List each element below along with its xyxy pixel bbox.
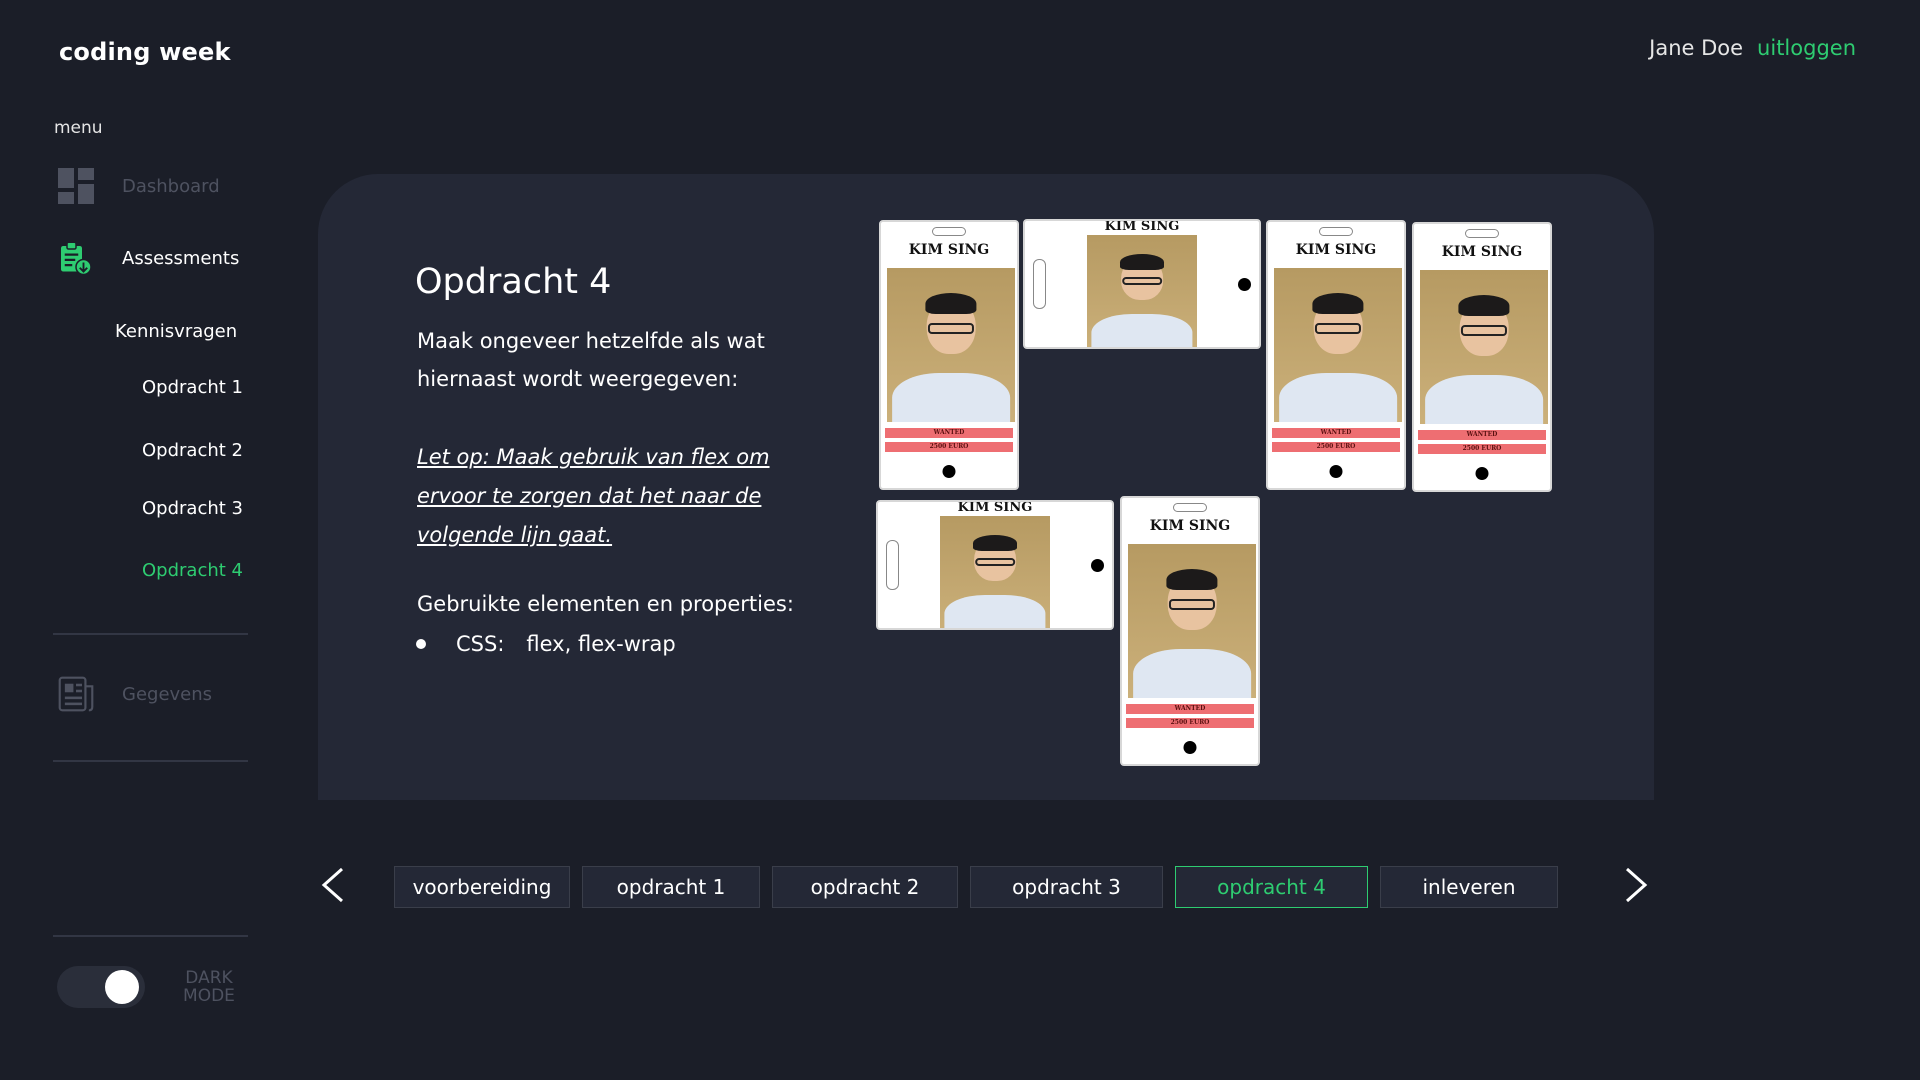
step-tabs: voorbereiding opdracht 1 opdracht 2 opdr… (394, 866, 1558, 908)
badge-strip: 2500 EURO (1272, 442, 1400, 452)
badge-strip: 2500 EURO (885, 442, 1013, 452)
app-title: coding week (59, 38, 231, 66)
badge-name: KIM SING (908, 242, 990, 258)
example-badge-horizontal: KIM SING (1023, 219, 1261, 349)
chevron-right-icon (1626, 867, 1648, 903)
chevron-left-icon (321, 867, 343, 903)
used-elements-heading: Gebruikte elementen en properties: (417, 592, 794, 616)
badge-photo (887, 268, 1015, 422)
badge-strip: 2500 EURO (1418, 444, 1546, 454)
sidebar-subitem-opdracht-2[interactable]: Opdracht 2 (142, 440, 243, 461)
tab-opdracht-3[interactable]: opdracht 3 (970, 866, 1163, 908)
badge-hole (1238, 278, 1251, 291)
lanyard-slot (1033, 259, 1046, 309)
assignment-description: Maak ongeveer hetzelfde als wat hiernaas… (417, 329, 765, 391)
assignment-card: Opdracht 4 Maak ongeveer hetzelfde als w… (318, 174, 1654, 800)
sidebar-item-label: Assessments (122, 247, 240, 269)
example-badge-horizontal: KIM SING (876, 500, 1114, 630)
lanyard-slot (1319, 227, 1353, 236)
used-elements-item: CSS: flex, flex-wrap (416, 632, 676, 656)
sidebar-divider (53, 760, 248, 762)
lanyard-slot (932, 227, 966, 236)
badge-strip: WANTED (885, 428, 1013, 438)
badge-name: KIM SING (957, 500, 1033, 515)
lanyard-slot (886, 540, 899, 590)
tab-voorbereiding[interactable]: voorbereiding (394, 866, 570, 908)
badge-photo (1420, 270, 1548, 424)
badge-hole (1183, 741, 1197, 754)
sidebar-item-assessments[interactable]: Assessments (58, 240, 239, 276)
badge-photo (1274, 268, 1402, 422)
sidebar-subitem-opdracht-3[interactable]: Opdracht 3 (142, 498, 243, 519)
sidebar-subitem-kennisvragen[interactable]: Kennisvragen (115, 321, 237, 342)
badge-photo (1087, 235, 1197, 347)
sidebar-item-gegevens[interactable]: Gegevens (58, 676, 212, 712)
used-item-value: flex, flex-wrap (526, 632, 676, 656)
badge-photo (940, 516, 1050, 628)
sidebar-item-dashboard[interactable]: Dashboard (58, 168, 220, 204)
badge-hole (1329, 465, 1343, 478)
document-icon (58, 676, 94, 712)
page-title: Opdracht 4 (415, 262, 612, 302)
badge-strip: 2500 EURO (1126, 718, 1254, 728)
user-area: Jane Doe uitloggen (1649, 36, 1856, 60)
assignment-note: Let op: Maak gebruik van flex om ervoor … (417, 445, 770, 547)
dark-mode-control: DARK MODE (57, 966, 239, 1008)
next-button[interactable] (1617, 860, 1657, 910)
dark-mode-toggle[interactable] (57, 966, 145, 1008)
used-item-key: CSS: (456, 632, 505, 656)
badge-strip: WANTED (1126, 704, 1254, 714)
badge-hole (1091, 559, 1104, 572)
dark-mode-label: DARK MODE (183, 968, 235, 1006)
badge-name: KIM SING (1441, 244, 1523, 260)
dashboard-icon (58, 168, 94, 204)
badge-hole (942, 465, 956, 478)
badge-strip: WANTED (1418, 430, 1546, 440)
prev-button[interactable] (312, 860, 352, 910)
badge-photo (1128, 544, 1256, 698)
badge-name: KIM SING (1295, 242, 1377, 258)
sidebar-subitem-opdracht-4[interactable]: Opdracht 4 (142, 560, 243, 581)
badge-strip: WANTED (1272, 428, 1400, 438)
logout-link[interactable]: uitloggen (1757, 36, 1856, 60)
example-badge-vertical: KIM SING WANTED 2500 EURO (1412, 222, 1552, 492)
tab-inleveren[interactable]: inleveren (1380, 866, 1558, 908)
sidebar-divider (53, 633, 248, 635)
badge-name: KIM SING (1149, 518, 1231, 534)
user-name: Jane Doe (1649, 36, 1744, 60)
sidebar-divider (53, 935, 248, 937)
lanyard-slot (1465, 229, 1499, 238)
tab-opdracht-1[interactable]: opdracht 1 (582, 866, 760, 908)
sidebar-subitem-opdracht-1[interactable]: Opdracht 1 (142, 377, 243, 398)
lanyard-slot (1173, 503, 1207, 512)
example-badge-vertical: KIM SING WANTED 2500 EURO (1120, 496, 1260, 766)
tab-opdracht-4[interactable]: opdracht 4 (1175, 866, 1368, 908)
toggle-knob (105, 970, 139, 1004)
example-badge-vertical: KIM SING WANTED 2500 EURO (1266, 220, 1406, 490)
bullet-dot (416, 639, 426, 649)
sidebar-item-label: Dashboard (122, 175, 220, 197)
clipboard-download-icon (58, 240, 94, 276)
badge-hole (1475, 467, 1489, 480)
badge-name: KIM SING (1104, 219, 1180, 234)
example-badge-vertical: KIM SING WANTED 2500 EURO (879, 220, 1019, 490)
sidebar-item-label: Gegevens (122, 683, 213, 705)
menu-label: menu (54, 118, 103, 138)
tab-opdracht-2[interactable]: opdracht 2 (772, 866, 958, 908)
